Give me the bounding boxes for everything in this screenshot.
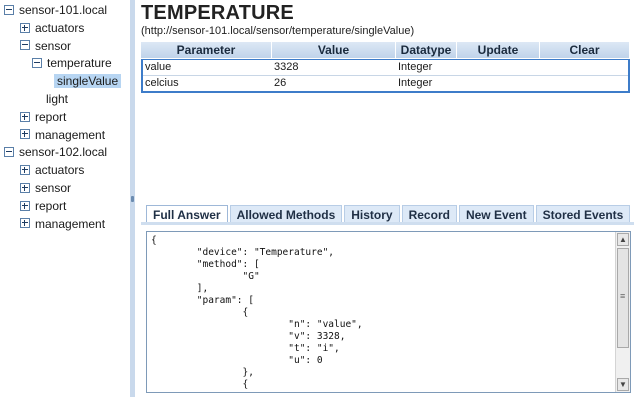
collapse-icon[interactable] bbox=[4, 147, 14, 158]
tab-allowed-methods[interactable]: Allowed Methods bbox=[229, 205, 343, 223]
collapse-icon[interactable] bbox=[4, 4, 14, 15]
tab-record[interactable]: Record bbox=[401, 205, 457, 223]
tree-item-label: report bbox=[35, 109, 67, 124]
tree-item-sensor[interactable]: sensor bbox=[20, 38, 71, 55]
expand-icon[interactable] bbox=[20, 165, 30, 176]
tree-item-management[interactable]: management bbox=[20, 216, 105, 233]
tree-item-label: management bbox=[35, 216, 106, 231]
cell-datatype: Integer bbox=[398, 61, 433, 73]
tree-item-singlevalue[interactable]: singleValue bbox=[54, 73, 122, 90]
column-header-clear: Clear bbox=[540, 42, 630, 58]
cell-update[interactable] bbox=[457, 60, 540, 75]
tab-full-answer[interactable]: Full Answer bbox=[146, 205, 228, 223]
expand-icon[interactable] bbox=[20, 218, 30, 229]
tree-item-label: report bbox=[35, 198, 67, 213]
table-body: value 3328 Integer celcius 26 Integer bbox=[141, 59, 630, 93]
resource-url: (http://sensor-101.local/sensor/temperat… bbox=[141, 25, 415, 37]
tree-item-report[interactable]: report bbox=[20, 109, 66, 126]
tree-item-label: sensor bbox=[35, 38, 72, 53]
cell-clear[interactable] bbox=[540, 76, 628, 91]
tree-item-label: actuators bbox=[35, 163, 85, 178]
cell-value: 3328 bbox=[274, 61, 299, 73]
tree-item-temperature[interactable]: temperature bbox=[32, 55, 112, 72]
tree-item-label: singleValue bbox=[54, 74, 122, 89]
cell-datatype: Integer bbox=[398, 77, 433, 89]
tree-item-sensor[interactable]: sensor bbox=[20, 180, 71, 197]
table-row[interactable]: value 3328 Integer bbox=[143, 60, 628, 75]
column-header-update: Update bbox=[457, 42, 540, 58]
collapse-icon[interactable] bbox=[32, 58, 42, 69]
tab-history[interactable]: History bbox=[344, 205, 400, 223]
expand-icon[interactable] bbox=[20, 200, 30, 211]
collapse-icon[interactable] bbox=[20, 40, 30, 51]
resource-tree: sensor-101.local actuators sensor temperatu… bbox=[0, 0, 126, 397]
tree-item-sensor-101-local[interactable]: sensor-101.local bbox=[4, 2, 107, 19]
answer-scrollbar[interactable]: ▲ ▼ bbox=[615, 232, 630, 392]
tree-item-report[interactable]: report bbox=[20, 198, 66, 215]
tree-item-label: management bbox=[35, 127, 106, 142]
cell-clear[interactable] bbox=[540, 60, 628, 75]
answer-text: { "device": "Temperature", "method": [ "… bbox=[151, 235, 363, 390]
tab-new-event[interactable]: New Event bbox=[458, 205, 534, 223]
tab-divider bbox=[141, 222, 634, 225]
column-header-datatype: Datatype bbox=[396, 42, 457, 58]
parameter-table: Parameter Value Datatype Update Clear value 3… bbox=[141, 42, 630, 93]
tree-item-label: actuators bbox=[35, 20, 85, 35]
expand-icon[interactable] bbox=[20, 111, 30, 122]
cell-update[interactable] bbox=[457, 76, 540, 91]
expand-icon[interactable] bbox=[20, 182, 30, 193]
tree-item-label: light bbox=[46, 92, 69, 106]
table-header: Parameter Value Datatype Update Clear bbox=[141, 42, 630, 58]
tree-item-sensor-102-local[interactable]: sensor-102.local bbox=[4, 144, 107, 161]
table-row[interactable]: celcius 26 Integer bbox=[143, 75, 628, 91]
expand-icon[interactable] bbox=[20, 22, 30, 33]
tab-stored-events[interactable]: Stored Events bbox=[535, 205, 631, 223]
tree-item-actuators[interactable]: actuators bbox=[20, 20, 84, 37]
page-title: TEMPERATURE bbox=[141, 2, 294, 24]
scroll-down-icon[interactable]: ▼ bbox=[617, 378, 629, 391]
tree-item-management[interactable]: management bbox=[20, 127, 105, 144]
answer-panel: { "device": "Temperature", "method": [ "… bbox=[146, 231, 631, 393]
tree-item-label: sensor bbox=[35, 181, 72, 195]
tree-item-actuators[interactable]: actuators bbox=[20, 162, 84, 179]
tree-item-label: sensor-101.local bbox=[19, 3, 108, 17]
scroll-up-icon[interactable]: ▲ bbox=[617, 233, 629, 246]
cell-value: 26 bbox=[274, 77, 287, 89]
expand-icon[interactable] bbox=[20, 129, 30, 140]
column-header-parameter: Parameter bbox=[141, 42, 272, 58]
scroll-thumb[interactable] bbox=[617, 248, 629, 348]
answer-tabs: Full Answer Allowed Methods History Record N… bbox=[146, 205, 632, 223]
splitter-grip-icon[interactable] bbox=[131, 196, 134, 202]
tree-item-label: temperature bbox=[47, 56, 112, 71]
tree-item-light[interactable]: light bbox=[46, 91, 68, 108]
cell-parameter: value bbox=[145, 61, 172, 73]
column-header-value: Value bbox=[272, 42, 396, 58]
cell-parameter: celcius bbox=[145, 77, 179, 89]
tree-item-label: sensor-102.local bbox=[19, 145, 108, 160]
